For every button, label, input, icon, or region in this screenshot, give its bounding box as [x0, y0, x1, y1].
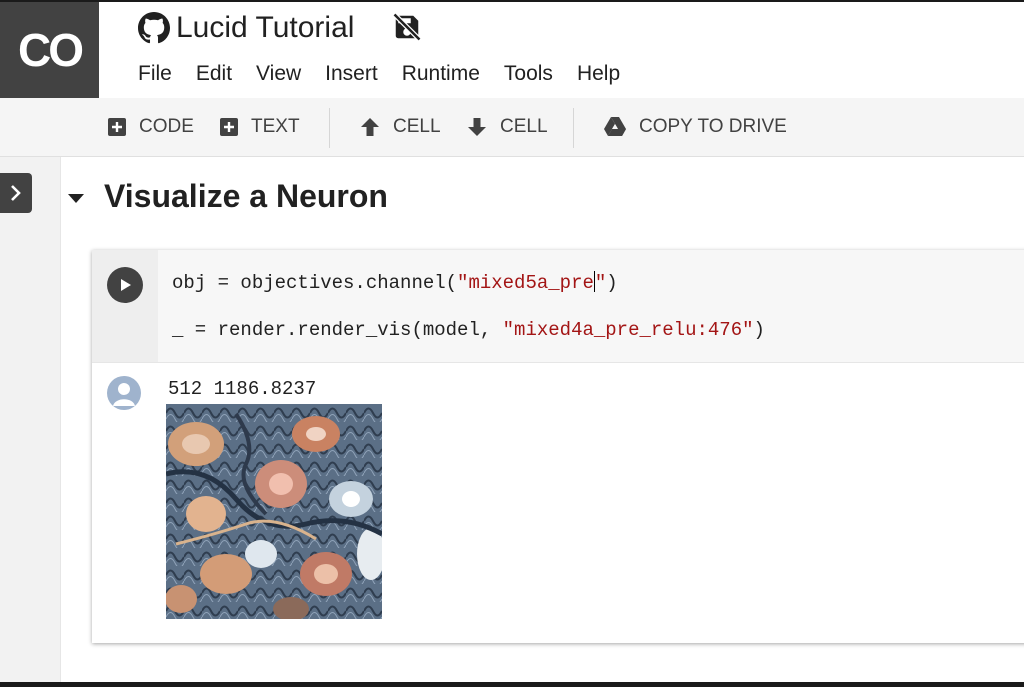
left-sidebar	[0, 157, 61, 682]
section-heading: Visualize a Neuron	[104, 178, 388, 214]
menu-tools[interactable]: Tools	[504, 60, 553, 88]
chevron-right-icon	[11, 185, 21, 201]
cell-down-label: CELL	[500, 116, 548, 137]
neuron-visualization-image	[166, 404, 382, 619]
plus-box-icon	[108, 118, 126, 136]
code-string: "	[594, 272, 607, 294]
toolbar-divider	[329, 108, 330, 148]
arrow-up-icon	[361, 118, 379, 136]
copy-to-drive-button[interactable]: COPY TO DRIVE	[603, 98, 787, 156]
collapse-section-icon[interactable]	[66, 190, 86, 206]
add-text-button[interactable]: TEXT	[219, 98, 300, 156]
notebook-title[interactable]: Lucid Tutorial	[176, 10, 354, 46]
crossed-out-disk-icon[interactable]	[392, 12, 422, 42]
code-text: )	[753, 319, 765, 341]
code-line-1[interactable]: obj = objectives.channel("mixed5a_pre")	[172, 270, 618, 296]
drive-icon	[604, 117, 626, 136]
menu-insert[interactable]: Insert	[325, 60, 378, 88]
add-text-label: TEXT	[251, 116, 300, 137]
window-frame-bottom	[0, 682, 1024, 687]
menu-runtime[interactable]: Runtime	[402, 60, 480, 88]
sidebar-toggle-button[interactable]	[0, 173, 32, 213]
menu-file[interactable]: File	[138, 60, 172, 88]
move-cell-down-button[interactable]: CELL	[466, 98, 548, 156]
output-text: 512 1186.8237	[168, 378, 317, 400]
move-cell-up-button[interactable]: CELL	[359, 98, 441, 156]
copy-to-drive-label: COPY TO DRIVE	[639, 116, 787, 137]
menu-bar: File Edit View Insert Runtime Tools Help	[138, 60, 644, 88]
code-text: )	[606, 272, 618, 294]
colab-logo[interactable]: CO	[0, 2, 99, 98]
output-avatar-icon[interactable]	[107, 376, 141, 410]
menu-view[interactable]: View	[256, 60, 301, 88]
menu-edit[interactable]: Edit	[196, 60, 232, 88]
add-code-button[interactable]: CODE	[107, 98, 194, 156]
code-editor[interactable]	[158, 250, 1024, 362]
code-line-2[interactable]: _ = render.render_vis(model, "mixed4a_pr…	[172, 317, 765, 343]
cell-up-label: CELL	[393, 116, 441, 137]
toolbar-divider	[573, 108, 574, 148]
code-text: _ = render.render_vis(model,	[172, 319, 503, 341]
output-divider	[92, 362, 1024, 363]
github-icon	[138, 12, 170, 44]
arrow-down-icon	[468, 118, 486, 136]
add-code-label: CODE	[139, 116, 194, 137]
logo-text: CO	[18, 24, 84, 76]
menu-help[interactable]: Help	[577, 60, 620, 88]
run-cell-button[interactable]	[107, 267, 143, 303]
play-icon	[121, 279, 131, 291]
plus-box-icon	[220, 118, 238, 136]
code-string: "mixed4a_pre_relu:476"	[502, 319, 754, 341]
code-string: "mixed5a_pre	[457, 272, 594, 294]
code-text: obj = objectives.channel(	[172, 272, 458, 294]
